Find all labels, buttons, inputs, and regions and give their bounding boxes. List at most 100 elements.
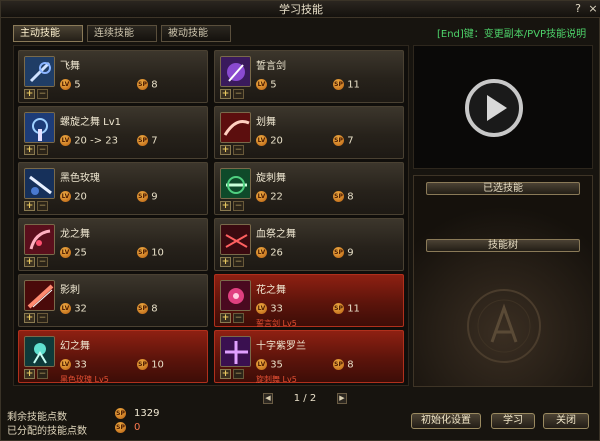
add-point-button[interactable]: + (24, 145, 35, 155)
tab-bar: 主动技能 连续技能 被动技能 (13, 25, 231, 43)
skill-card[interactable]: + − 飞舞 LV 5 SP 8 (18, 50, 208, 103)
tab-active-skills[interactable]: 主动技能 (13, 25, 83, 42)
skill-sp-cost: SP 10 (137, 359, 164, 371)
remove-point-button[interactable]: − (37, 201, 48, 211)
title-bar: 学习技能 ? × (1, 1, 600, 18)
remove-point-button[interactable]: − (233, 313, 244, 323)
remove-point-button[interactable]: − (37, 313, 48, 323)
selected-skills-header[interactable]: 已选技能 (426, 182, 580, 195)
skill-card[interactable]: + − 血祭之舞 LV 26 SP 9 (214, 218, 404, 271)
spiral-dance-icon (24, 112, 55, 143)
help-button[interactable]: ? (571, 2, 585, 16)
level-badge: LV (60, 359, 71, 370)
add-point-button[interactable]: + (220, 201, 231, 211)
skill-card[interactable]: + − 十字紫罗兰 LV 35 SP 8 旋刺舞 Lv5 (214, 330, 404, 384)
sp-badge: SP (137, 303, 148, 314)
play-icon[interactable] (464, 78, 524, 138)
remove-point-button[interactable]: − (37, 145, 48, 155)
add-point-button[interactable]: + (220, 369, 231, 379)
remove-point-button[interactable]: − (233, 201, 244, 211)
sp-badge: SP (333, 247, 344, 258)
skill-level: LV 32 (60, 303, 87, 315)
add-point-button[interactable]: + (24, 369, 35, 379)
skill-tree-button[interactable]: 技能树 (426, 239, 580, 252)
shadow-stab-icon (24, 280, 55, 311)
sp-badge: SP (137, 79, 148, 90)
sp-badge: SP (333, 135, 344, 146)
level-badge: LV (60, 247, 71, 258)
reset-button[interactable]: 初始化设置 (411, 413, 481, 429)
remove-point-button[interactable]: − (37, 369, 48, 379)
phantom-dance-icon (24, 336, 55, 367)
skill-card[interactable]: + − 誓言剑 LV 5 SP 11 (214, 50, 404, 103)
skill-card[interactable]: + − 划舞 LV 20 SP 7 (214, 106, 404, 159)
skill-name: 螺旋之舞 Lv1 (60, 117, 122, 128)
remove-point-button[interactable]: − (233, 89, 244, 99)
level-badge: LV (60, 79, 71, 90)
skill-card[interactable]: + − 螺旋之舞 Lv1 LV 20 -> 23 SP 7 (18, 106, 208, 159)
skill-sp-cost: SP 8 (137, 303, 158, 315)
skill-preview-panel (413, 45, 593, 169)
skill-level: LV 33 (256, 303, 283, 315)
blood-sacrifice-dance-icon (220, 224, 251, 255)
slash-dance-icon (220, 112, 251, 143)
add-point-button[interactable]: + (220, 145, 231, 155)
skill-card[interactable]: + − 龙之舞 LV 25 SP 10 (18, 218, 208, 271)
remove-point-button[interactable]: − (233, 145, 244, 155)
add-point-button[interactable]: + (24, 257, 35, 267)
skill-card[interactable]: + − 花之舞 LV 33 SP 11 誓言剑 Lv5 (214, 274, 404, 328)
pagination: ◀ 1 / 2 ▶ (263, 392, 347, 405)
skill-requirement: 誓言剑 Lv5 (256, 319, 297, 328)
remove-point-button[interactable]: − (37, 89, 48, 99)
allocated-points-label: 已分配的技能点数 (7, 426, 87, 437)
remove-point-button[interactable]: − (233, 257, 244, 267)
level-badge: LV (256, 135, 267, 146)
skill-card[interactable]: + − 幻之舞 LV 33 SP 10 黑色玫瑰 Lv5 (18, 330, 208, 384)
skill-level: LV 25 (60, 247, 87, 259)
add-point-button[interactable]: + (24, 89, 35, 99)
add-point-button[interactable]: + (220, 257, 231, 267)
level-badge: LV (256, 303, 267, 314)
skill-card[interactable]: + − 黑色玫瑰 LV 20 SP 9 (18, 162, 208, 215)
skill-name: 飞舞 (60, 61, 80, 72)
remaining-points-value: 1329 (134, 408, 160, 419)
skill-name: 影刺 (60, 285, 80, 296)
level-badge: LV (256, 191, 267, 202)
remove-point-button[interactable]: − (233, 369, 244, 379)
add-point-button[interactable]: + (220, 313, 231, 323)
add-point-button[interactable]: + (24, 201, 35, 211)
skill-sp-cost: SP 7 (137, 135, 158, 147)
skill-card[interactable]: + − 旋刺舞 LV 22 SP 8 (214, 162, 404, 215)
level-badge: LV (256, 359, 267, 370)
skill-name: 黑色玫瑰 (60, 173, 100, 184)
allocated-points-value: 0 (134, 422, 141, 433)
add-point-button[interactable]: + (24, 313, 35, 323)
skill-sp-cost: SP 8 (333, 191, 354, 203)
sp-badge: SP (333, 359, 344, 370)
learn-button[interactable]: 学习 (491, 413, 535, 429)
skill-requirement: 旋刺舞 Lv5 (256, 375, 297, 384)
skill-level: LV 20 (60, 191, 87, 203)
next-page-button[interactable]: ▶ (336, 393, 347, 404)
skill-sp-cost: SP 11 (333, 303, 360, 315)
black-rose-icon (24, 168, 55, 199)
sp-badge: SP (137, 247, 148, 258)
level-badge: LV (60, 303, 71, 314)
skill-sp-cost: SP 7 (333, 135, 354, 147)
close-button[interactable]: 关闭 (543, 413, 589, 429)
add-point-button[interactable]: + (220, 89, 231, 99)
tab-passive-skills[interactable]: 被动技能 (161, 25, 231, 42)
level-badge: LV (256, 79, 267, 90)
window-title: 学习技能 (279, 3, 323, 16)
tab-chain-skills[interactable]: 连续技能 (87, 25, 157, 42)
skill-card[interactable]: + − 影刺 LV 32 SP 8 (18, 274, 208, 327)
close-icon[interactable]: × (586, 2, 600, 16)
skill-sp-cost: SP 8 (137, 79, 158, 91)
sp-badge: SP (333, 79, 344, 90)
remove-point-button[interactable]: − (37, 257, 48, 267)
page-indicator: 1 / 2 (293, 393, 317, 404)
oath-sword-icon (220, 56, 251, 87)
sp-badge: SP (137, 359, 148, 370)
prev-page-button[interactable]: ◀ (263, 393, 273, 404)
remaining-points-row: 剩余技能点数 SP 1329 (7, 408, 207, 423)
